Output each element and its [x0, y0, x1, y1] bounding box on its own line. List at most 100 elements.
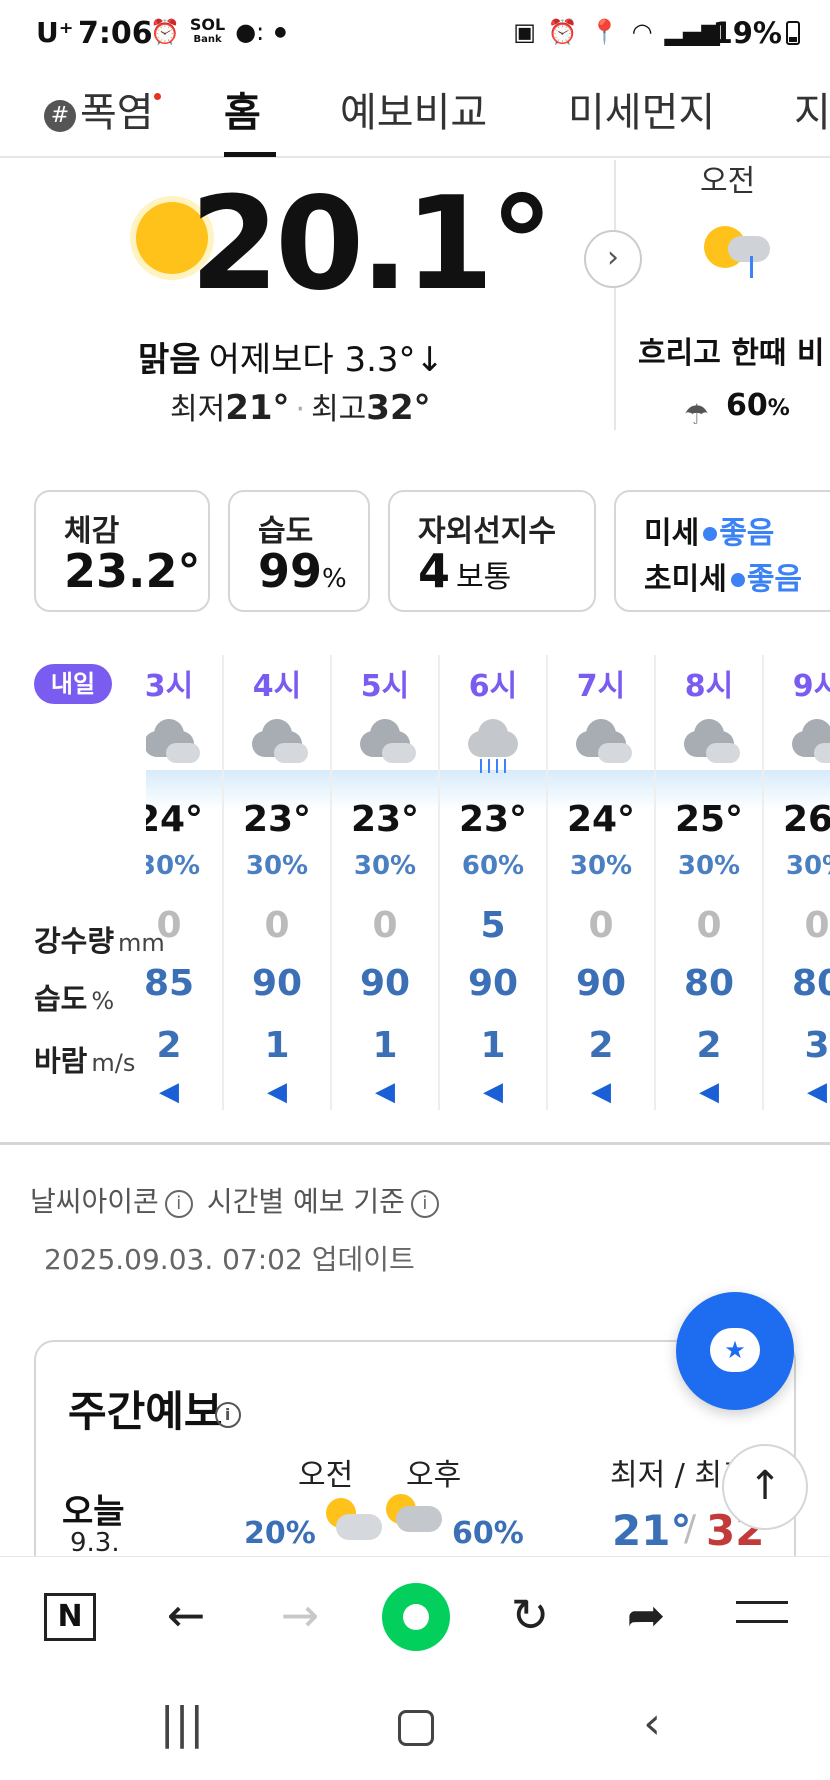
- tab-forecast-compare[interactable]: 예보비교: [340, 80, 487, 138]
- hour-humidity: 80: [683, 963, 735, 1004]
- humidity-value: 99%: [258, 544, 347, 598]
- feels-like-card[interactable]: 체감 23.2°: [34, 490, 210, 612]
- cloudy-icon: [146, 717, 200, 767]
- tab-fine-dust[interactable]: 미세먼지: [568, 80, 715, 138]
- hour-pop: 30%: [353, 851, 417, 881]
- recents-button[interactable]: |||: [152, 1698, 212, 1749]
- home-button[interactable]: [398, 1710, 434, 1746]
- cloud-icon: [336, 1514, 382, 1540]
- hour-column: 9시 26° 30% 0 80 3 ◀: [764, 655, 830, 1110]
- hour-temp: 23°: [242, 799, 312, 840]
- tab-bar: # 폭염 홈 예보비교 미세먼지 지: [0, 72, 830, 158]
- green-dot-button[interactable]: [382, 1583, 450, 1651]
- weekly-pm-pop: 60%: [452, 1516, 524, 1551]
- status-bar: U⁺ 7:06 ⏰ SOL Bank ●: ● ▣ ⏰ 📍 ◠ ▂▄▆ 19%: [0, 0, 830, 70]
- reload-icon: ↻: [510, 1588, 550, 1642]
- carrier-label: U⁺: [36, 16, 74, 49]
- uv-value: 4 보통: [418, 544, 512, 598]
- hour-precip: 0: [372, 905, 398, 946]
- active-tab-indicator: [224, 152, 276, 157]
- slash: /: [684, 1508, 697, 1549]
- alarm-icon: ⏰: [150, 18, 180, 46]
- tab-heatwave[interactable]: # 폭염: [44, 80, 161, 138]
- menu-button[interactable]: [736, 1601, 788, 1623]
- info-icon[interactable]: i: [164, 1190, 193, 1218]
- cloudy-icon: [360, 717, 416, 767]
- hour-pop: 60%: [461, 851, 525, 881]
- hour-column: 6시 23° 60% 5 90 1 ◀: [440, 655, 548, 1110]
- naver-n-icon: N: [57, 1599, 83, 1634]
- hour-label: 5시: [360, 669, 410, 704]
- back-button[interactable]: ←: [156, 1585, 216, 1645]
- chat-fab-button[interactable]: ★: [676, 1292, 794, 1410]
- cloudy-icon: [792, 717, 830, 767]
- cloudy-icon: [576, 717, 632, 767]
- hour-label: 3시: [146, 669, 194, 704]
- hour-pop: 30%: [245, 851, 309, 881]
- hour-pop: 30%: [569, 851, 633, 881]
- hour-label: 4시: [252, 669, 302, 704]
- uv-index-card[interactable]: 자외선지수 4 보통: [388, 490, 596, 612]
- hour-temp: 26°: [782, 799, 830, 840]
- tab-home[interactable]: 홈: [224, 80, 261, 138]
- share-icon: ➦: [626, 1588, 666, 1642]
- arrow-left-icon: ←: [166, 1588, 206, 1642]
- tomorrow-badge: 내일: [34, 664, 112, 704]
- hour-pop: 30%: [785, 851, 830, 881]
- weather-icon-info-link[interactable]: 날씨아이콘: [30, 1185, 159, 1218]
- hour-humidity: 90: [359, 963, 411, 1004]
- section-divider: [0, 1142, 830, 1145]
- rain-icon: [468, 717, 524, 773]
- next-forecast-button[interactable]: ›: [584, 230, 642, 288]
- hour-precip: 5: [480, 905, 506, 946]
- hour-humidity: 90: [575, 963, 627, 1004]
- status-dot-icon: [703, 527, 718, 541]
- hour-column: 7시 24° 30% 0 90 2 ◀: [548, 655, 656, 1110]
- system-back-button[interactable]: ‹: [622, 1698, 682, 1749]
- umbrella-icon: ☂: [684, 398, 710, 431]
- humidity-card[interactable]: 습도 99%: [228, 490, 370, 612]
- hour-humidity: 85: [146, 963, 195, 1004]
- hour-label: 8시: [684, 669, 734, 704]
- side-precip-chance: 60%: [726, 388, 790, 423]
- share-button[interactable]: ➦: [616, 1585, 676, 1645]
- hour-wind: 3: [804, 1025, 830, 1066]
- hourly-forecast[interactable]: 3시 24° 30% 0 85 2 ◀ 4시 23° 30% 0 90 1 ◀ …: [146, 655, 830, 1110]
- hour-wind: 2: [696, 1025, 722, 1066]
- naver-home-button[interactable]: N: [44, 1593, 96, 1641]
- scroll-top-button[interactable]: ↑: [722, 1444, 808, 1530]
- current-temperature: 20.1°: [190, 170, 554, 319]
- wind-direction-icon: ◀: [699, 1077, 719, 1107]
- min-max-temp: 최저21° · 최고32°: [170, 388, 431, 428]
- side-condition: 흐리고 한때 비: [638, 336, 825, 371]
- hashtag-icon: #: [44, 100, 76, 132]
- humidity-row-label: 습도%: [34, 982, 115, 1016]
- wind-row-label: 바람 m/s: [34, 1044, 136, 1078]
- info-links: 날씨아이콘 i 시간별 예보 기준 i: [30, 1180, 453, 1220]
- forecast-basis-link[interactable]: 시간별 예보 기준: [207, 1185, 405, 1218]
- notification-dot-icon: ●: [274, 24, 287, 40]
- am-header: 오전: [298, 1458, 354, 1493]
- forward-button[interactable]: →: [270, 1585, 330, 1645]
- wind-direction-icon: ◀: [159, 1077, 179, 1107]
- reload-button[interactable]: ↻: [500, 1585, 560, 1645]
- wind-direction-icon: ◀: [267, 1077, 287, 1107]
- hour-precip: 0: [156, 905, 182, 946]
- wind-direction-icon: ◀: [591, 1077, 611, 1107]
- dust-card[interactable]: 미세 좋음 초미세 좋음: [614, 490, 830, 612]
- tab-more[interactable]: 지: [794, 80, 830, 138]
- feels-like-value: 23.2°: [64, 544, 201, 598]
- rain-drop-icon: [750, 256, 753, 278]
- hour-label: 7시: [576, 669, 626, 704]
- weekly-min: 21°: [612, 1506, 692, 1555]
- hour-humidity: 90: [467, 963, 519, 1004]
- arrow-up-icon: ↑: [748, 1463, 782, 1509]
- hour-temp: 25°: [674, 799, 744, 840]
- recents-icon: |||: [159, 1698, 205, 1749]
- hour-temp: 24°: [146, 799, 204, 840]
- cloud-icon: [728, 236, 770, 262]
- info-icon[interactable]: i: [410, 1190, 439, 1218]
- info-icon[interactable]: i: [214, 1402, 241, 1428]
- fine-dust-row: 초미세 좋음: [644, 562, 803, 597]
- hour-temp: 23°: [458, 799, 528, 840]
